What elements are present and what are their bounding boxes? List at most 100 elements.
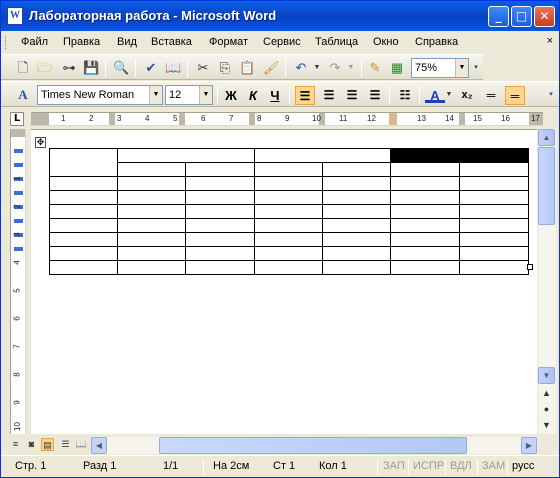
italic-button[interactable]: К [243,86,263,105]
table-cell[interactable] [254,260,323,275]
table-cell[interactable] [117,260,186,275]
ruler-column-marker[interactable] [249,113,255,125]
menu-view[interactable]: Вид [117,36,137,48]
table-cell[interactable] [185,162,255,177]
table-cell[interactable] [459,162,529,177]
menu-file[interactable]: Файл [21,36,48,48]
reading-layout-view-icon[interactable]: 📖 [75,438,88,451]
table-cell[interactable] [117,204,186,219]
menu-edit[interactable]: Правка [63,36,100,48]
copy-icon[interactable]: ⎘ [217,60,233,76]
table-cell[interactable] [254,148,391,163]
paste-icon[interactable]: 📋 [239,60,255,76]
line-spacing-button[interactable]: ═ [481,86,501,105]
spelling-icon[interactable]: ✔ [143,60,159,76]
table-cell[interactable] [322,232,391,247]
ruler-row-marker[interactable] [14,191,23,195]
table-cell[interactable] [322,218,391,233]
open-folder-icon[interactable]: 🗁 [37,60,53,76]
menu-help[interactable]: Справка [415,36,458,48]
scroll-thumb[interactable] [538,147,555,225]
align-right-button[interactable]: ☰ [342,86,362,105]
table-cell[interactable] [185,260,255,275]
table-move-handle-icon[interactable]: ✥ [35,137,46,148]
horizontal-ruler[interactable]: 1 2 3 4 5 6 7 8 9 10 11 12 13 14 15 16 1… [31,112,543,126]
toolbar-options-icon[interactable]: ▾ [546,87,556,103]
table-cell[interactable] [459,246,529,261]
table-cell[interactable] [185,232,255,247]
insert-hyperlink-icon[interactable]: ✎ [367,60,383,76]
table-cell[interactable] [390,218,460,233]
table-cell[interactable] [390,204,460,219]
normal-view-icon[interactable]: ≡ [9,438,22,451]
table-cell[interactable] [49,176,118,191]
table-cell[interactable] [322,176,391,191]
vertical-scrollbar[interactable]: ▲ ▼ ▲ ● ▼ [538,129,556,434]
menu-grip[interactable] [5,36,8,49]
print-layout-view-icon[interactable]: ▤ [41,438,54,451]
scroll-up-button[interactable]: ▲ [538,129,555,146]
menu-window[interactable]: Окно [373,36,399,48]
format-painter-icon[interactable]: 🖌 [263,60,280,76]
table-resize-handle[interactable] [527,264,533,270]
styles-icon[interactable]: A [15,87,31,103]
scroll-left-button[interactable]: ◀ [91,437,107,454]
status-extend-selection[interactable]: ВДЛ [450,460,472,472]
ruler-indent-marker[interactable] [389,113,397,125]
numbered-list-button[interactable]: ☷ [395,86,415,105]
table-cell[interactable] [459,260,529,275]
table-cell[interactable] [322,204,391,219]
table-cell[interactable] [49,218,118,233]
bold-button[interactable]: Ж [221,86,241,105]
scroll-thumb[interactable] [159,437,467,454]
undo-icon[interactable]: ↶ [293,60,309,76]
subscript-button[interactable]: x₂ [457,86,477,105]
table-cell[interactable] [49,232,118,247]
table-cell[interactable] [185,190,255,205]
permission-icon[interactable]: ⊶ [61,60,77,76]
justify-button[interactable]: ☰ [365,86,385,105]
table-cell[interactable] [390,232,460,247]
word-app-icon[interactable]: W [7,7,23,25]
table-cell[interactable] [117,232,186,247]
table-cell[interactable] [322,260,391,275]
table-cell[interactable] [117,162,186,177]
tab-stop-selector[interactable]: L [10,112,24,126]
table-cell[interactable] [185,176,255,191]
table-cell[interactable] [117,190,186,205]
menu-tools[interactable]: Сервис [263,36,301,48]
maximize-button[interactable]: □ [511,6,532,27]
chevron-down-icon[interactable]: ▼ [149,86,162,104]
table-cell[interactable] [459,204,529,219]
table-cell[interactable] [254,232,323,247]
undo-dropdown-icon[interactable]: ▼ [309,60,325,76]
redo-dropdown-icon[interactable]: ▼ [343,60,359,76]
vertical-ruler[interactable]: 1 2 3 4 5 6 7 8 9 10 [10,129,26,434]
font-name-select[interactable]: Times New Roman ▼ [37,85,163,105]
save-icon[interactable]: 💾 [83,60,99,76]
table-cell[interactable] [49,204,118,219]
table-cell[interactable] [117,176,186,191]
status-track-changes[interactable]: ИСПР [413,460,444,472]
document-table[interactable] [49,148,529,275]
horizontal-scrollbar[interactable]: ◀ ▶ [91,437,537,454]
selected-table-cell[interactable] [390,148,529,163]
table-cell[interactable] [390,260,460,275]
table-cell[interactable] [254,190,323,205]
table-cell[interactable] [254,162,323,177]
scroll-down-button[interactable]: ▼ [538,367,555,384]
font-color-button[interactable]: A [425,86,445,103]
underline-button[interactable]: Ч [265,86,285,105]
previous-page-icon[interactable]: ▲ [540,387,553,400]
outline-view-icon[interactable]: ☰ [59,438,72,451]
scroll-right-button[interactable]: ▶ [521,437,537,454]
table-cell[interactable] [254,246,323,261]
web-layout-view-icon[interactable]: ◙ [25,438,38,451]
table-cell[interactable] [390,162,460,177]
table-cell[interactable] [459,176,529,191]
table-cell[interactable] [459,232,529,247]
table-cell[interactable] [49,190,118,205]
table-cell[interactable] [117,218,186,233]
menu-format[interactable]: Формат [209,36,248,48]
chevron-down-icon[interactable]: ▼ [455,59,468,77]
